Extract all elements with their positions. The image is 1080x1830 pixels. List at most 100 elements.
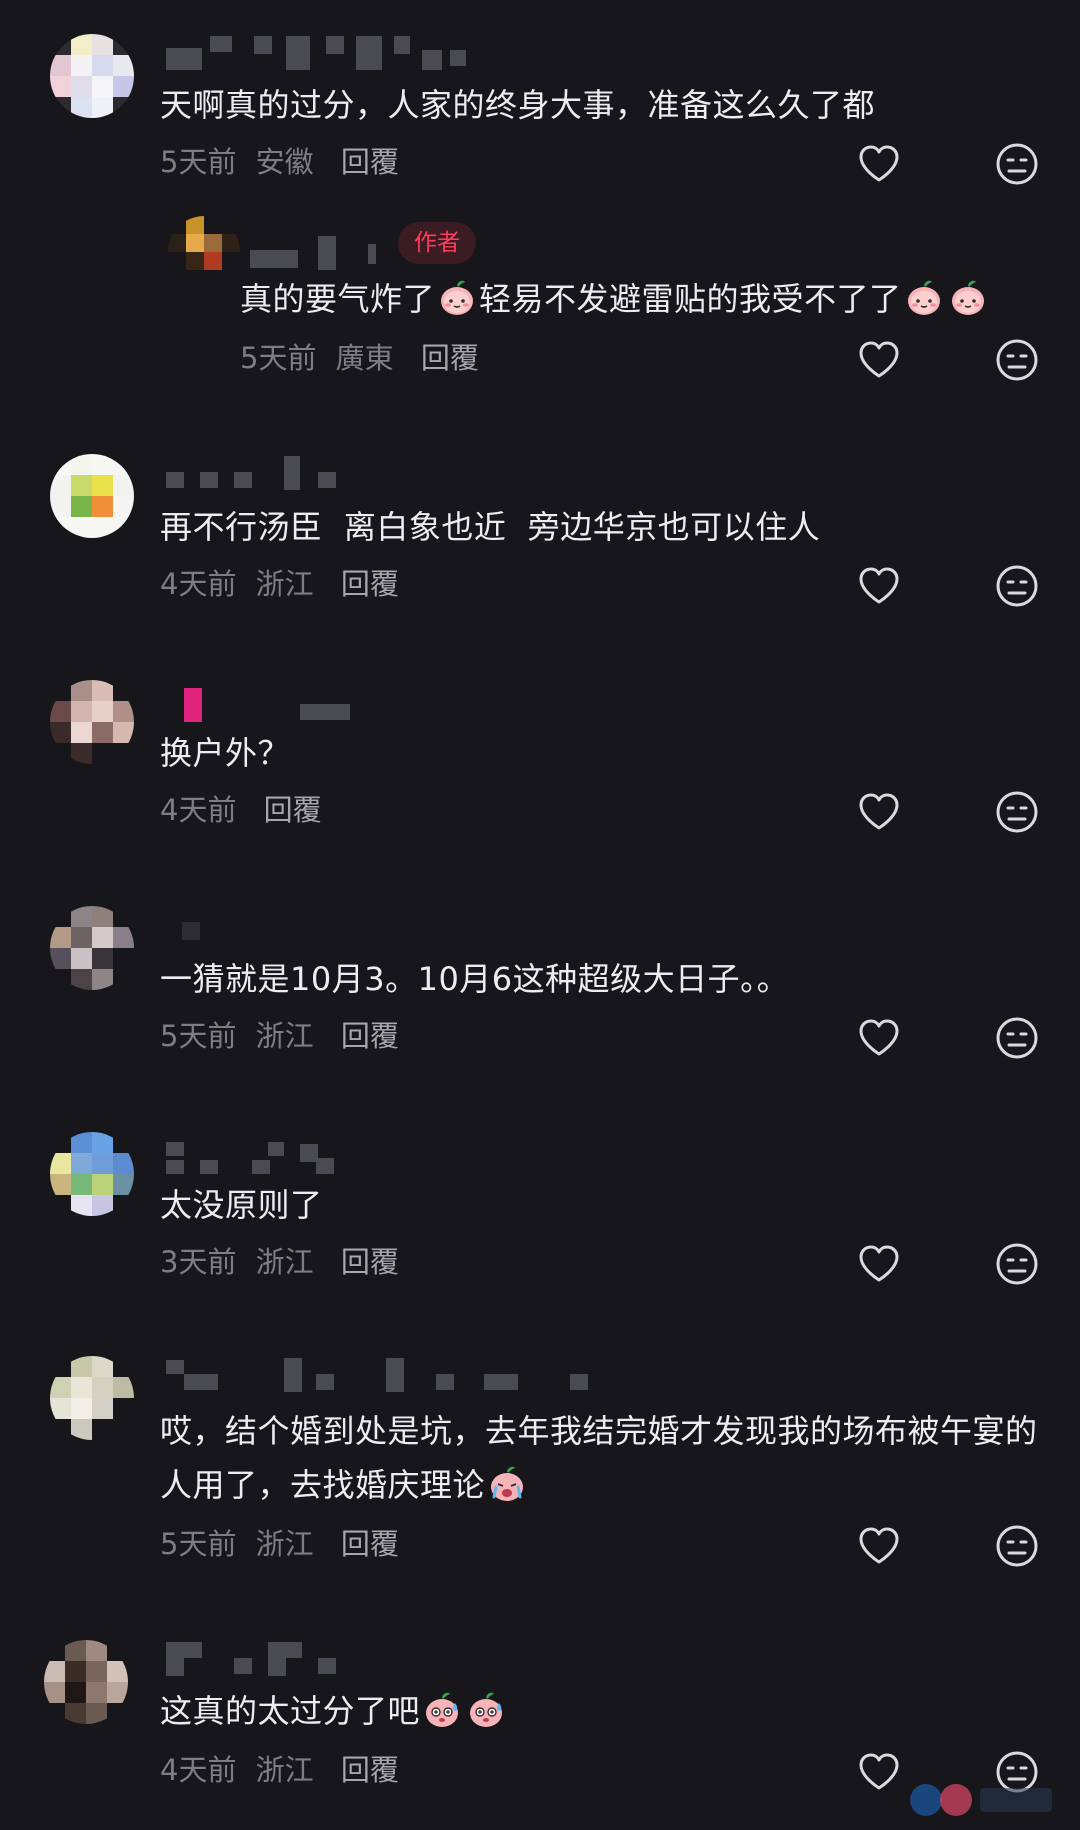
avatar-pixel <box>44 1640 65 1661</box>
reply-button[interactable]: 回覆 <box>341 1527 399 1561</box>
comment-text: 换户外？ <box>160 734 291 772</box>
comment-meta: 5天前 浙江 回覆 <box>160 1524 399 1564</box>
avatar[interactable] <box>50 906 134 990</box>
avatar-pixel <box>92 1132 113 1153</box>
avatar-pixel <box>92 680 113 701</box>
avatar-pixel <box>186 270 204 288</box>
heart-outline-icon[interactable] <box>855 140 903 188</box>
avatar-pixel <box>71 475 92 496</box>
avatar-pixel <box>92 1398 113 1419</box>
meh-face-icon[interactable] <box>993 788 1041 836</box>
heart-outline-icon[interactable] <box>855 562 903 610</box>
avatar-pixel <box>50 722 71 743</box>
comment-time: 4天前 <box>160 793 237 827</box>
avatar-pixel <box>86 1640 107 1661</box>
username-redacted[interactable] <box>166 1358 596 1392</box>
avatar-pixel <box>92 454 113 475</box>
meh-face-icon[interactable] <box>993 562 1041 610</box>
avatar-pixel <box>168 270 186 288</box>
comment-location: 浙江 <box>255 1527 314 1561</box>
comment-meta: 4天前 浙江 回覆 <box>160 564 399 604</box>
peach-face-emoji-icon <box>437 277 477 317</box>
avatar[interactable] <box>168 216 240 288</box>
meh-face-icon[interactable] <box>993 1014 1041 1062</box>
comment-meta: 5天前 浙江 回覆 <box>160 1016 399 1056</box>
avatar-pixel <box>50 701 71 722</box>
sweating-peach-emoji-icon <box>422 1689 462 1729</box>
avatar[interactable] <box>44 1640 128 1724</box>
avatar-pixel <box>113 1132 134 1153</box>
reply-button[interactable]: 回覆 <box>341 1019 399 1053</box>
avatar[interactable] <box>50 34 134 118</box>
comment-location: 安徽 <box>255 145 314 179</box>
comment-meta: 4天前 回覆 <box>160 790 322 830</box>
avatar-pixel <box>50 1419 71 1440</box>
avatar-pixel <box>50 475 71 496</box>
avatar-pixel <box>92 969 113 990</box>
reply-button[interactable]: 回覆 <box>421 341 479 375</box>
avatar-pixel <box>168 216 186 234</box>
comment-text: 天啊真的过分，人家的终身大事，准备这么久了都 <box>160 86 876 124</box>
avatar-pixel <box>92 722 113 743</box>
avatar-pixel <box>71 1377 92 1398</box>
comment-meta: 5天前 廣東 回覆 <box>240 338 479 378</box>
site-logo-watermark <box>910 1784 1052 1816</box>
avatar-pixel <box>113 906 134 927</box>
heart-outline-icon[interactable] <box>855 1240 903 1288</box>
heart-outline-icon[interactable] <box>855 1014 903 1062</box>
avatar-pixel <box>222 216 240 234</box>
avatar[interactable] <box>50 1356 134 1440</box>
reply-button[interactable]: 回覆 <box>341 1753 399 1787</box>
heart-outline-icon[interactable] <box>855 336 903 384</box>
comment-time: 4天前 <box>160 1753 237 1787</box>
avatar[interactable] <box>50 1132 134 1216</box>
heart-outline-icon[interactable] <box>855 788 903 836</box>
avatar-pixel <box>92 97 113 118</box>
username-redacted[interactable] <box>166 1140 346 1174</box>
avatar-pixel <box>71 969 92 990</box>
username-redacted[interactable] <box>166 36 466 70</box>
avatar-pixel <box>92 906 113 927</box>
reply-button[interactable]: 回覆 <box>264 793 322 827</box>
avatar-pixel <box>50 55 71 76</box>
avatar-pixel <box>113 1174 134 1195</box>
avatar-pixel <box>50 1377 71 1398</box>
avatar-pixel <box>204 270 222 288</box>
comment-text: 真的要气炸了 轻易不发避雷贴的我受不了了 <box>240 272 990 326</box>
avatar-pixel <box>113 55 134 76</box>
meh-face-icon[interactable] <box>993 140 1041 188</box>
reply-button[interactable]: 回覆 <box>341 567 399 601</box>
username-redacted[interactable] <box>250 236 390 270</box>
avatar-pixel <box>50 948 71 969</box>
username-redacted[interactable] <box>166 456 346 490</box>
avatar-pixel <box>71 1356 92 1377</box>
reply-button[interactable]: 回覆 <box>341 145 399 179</box>
avatar-pixel <box>50 1132 71 1153</box>
avatar-pixel <box>71 722 92 743</box>
avatar-pixel <box>86 1703 107 1724</box>
avatar-pixel <box>107 1640 128 1661</box>
heart-outline-icon[interactable] <box>855 1522 903 1570</box>
avatar[interactable] <box>50 454 134 538</box>
username-redacted[interactable] <box>166 688 366 722</box>
avatar-pixel <box>50 927 71 948</box>
avatar-pixel <box>44 1661 65 1682</box>
comment-text: 哎，结个婚到处是坑，去年我结完婚才发现我的场布被午宴的人用了，去找婚庆理论 <box>160 1404 1040 1512</box>
heart-outline-icon[interactable] <box>855 1748 903 1796</box>
avatar-pixel <box>92 55 113 76</box>
avatar-pixel <box>204 216 222 234</box>
meh-face-icon[interactable] <box>993 1240 1041 1288</box>
meh-face-icon[interactable] <box>993 336 1041 384</box>
comment-location: 浙江 <box>255 1245 314 1279</box>
username-redacted[interactable] <box>166 1642 346 1676</box>
avatar-pixel <box>92 743 113 764</box>
username-redacted[interactable] <box>166 918 226 952</box>
reply-button[interactable]: 回覆 <box>341 1245 399 1279</box>
avatar-pixel <box>92 1419 113 1440</box>
avatar[interactable] <box>50 680 134 764</box>
comment-time: 5天前 <box>240 341 317 375</box>
comment-location: 浙江 <box>255 567 314 601</box>
avatar-pixel <box>71 680 92 701</box>
meh-face-icon[interactable] <box>993 1522 1041 1570</box>
avatar-pixel <box>71 1174 92 1195</box>
